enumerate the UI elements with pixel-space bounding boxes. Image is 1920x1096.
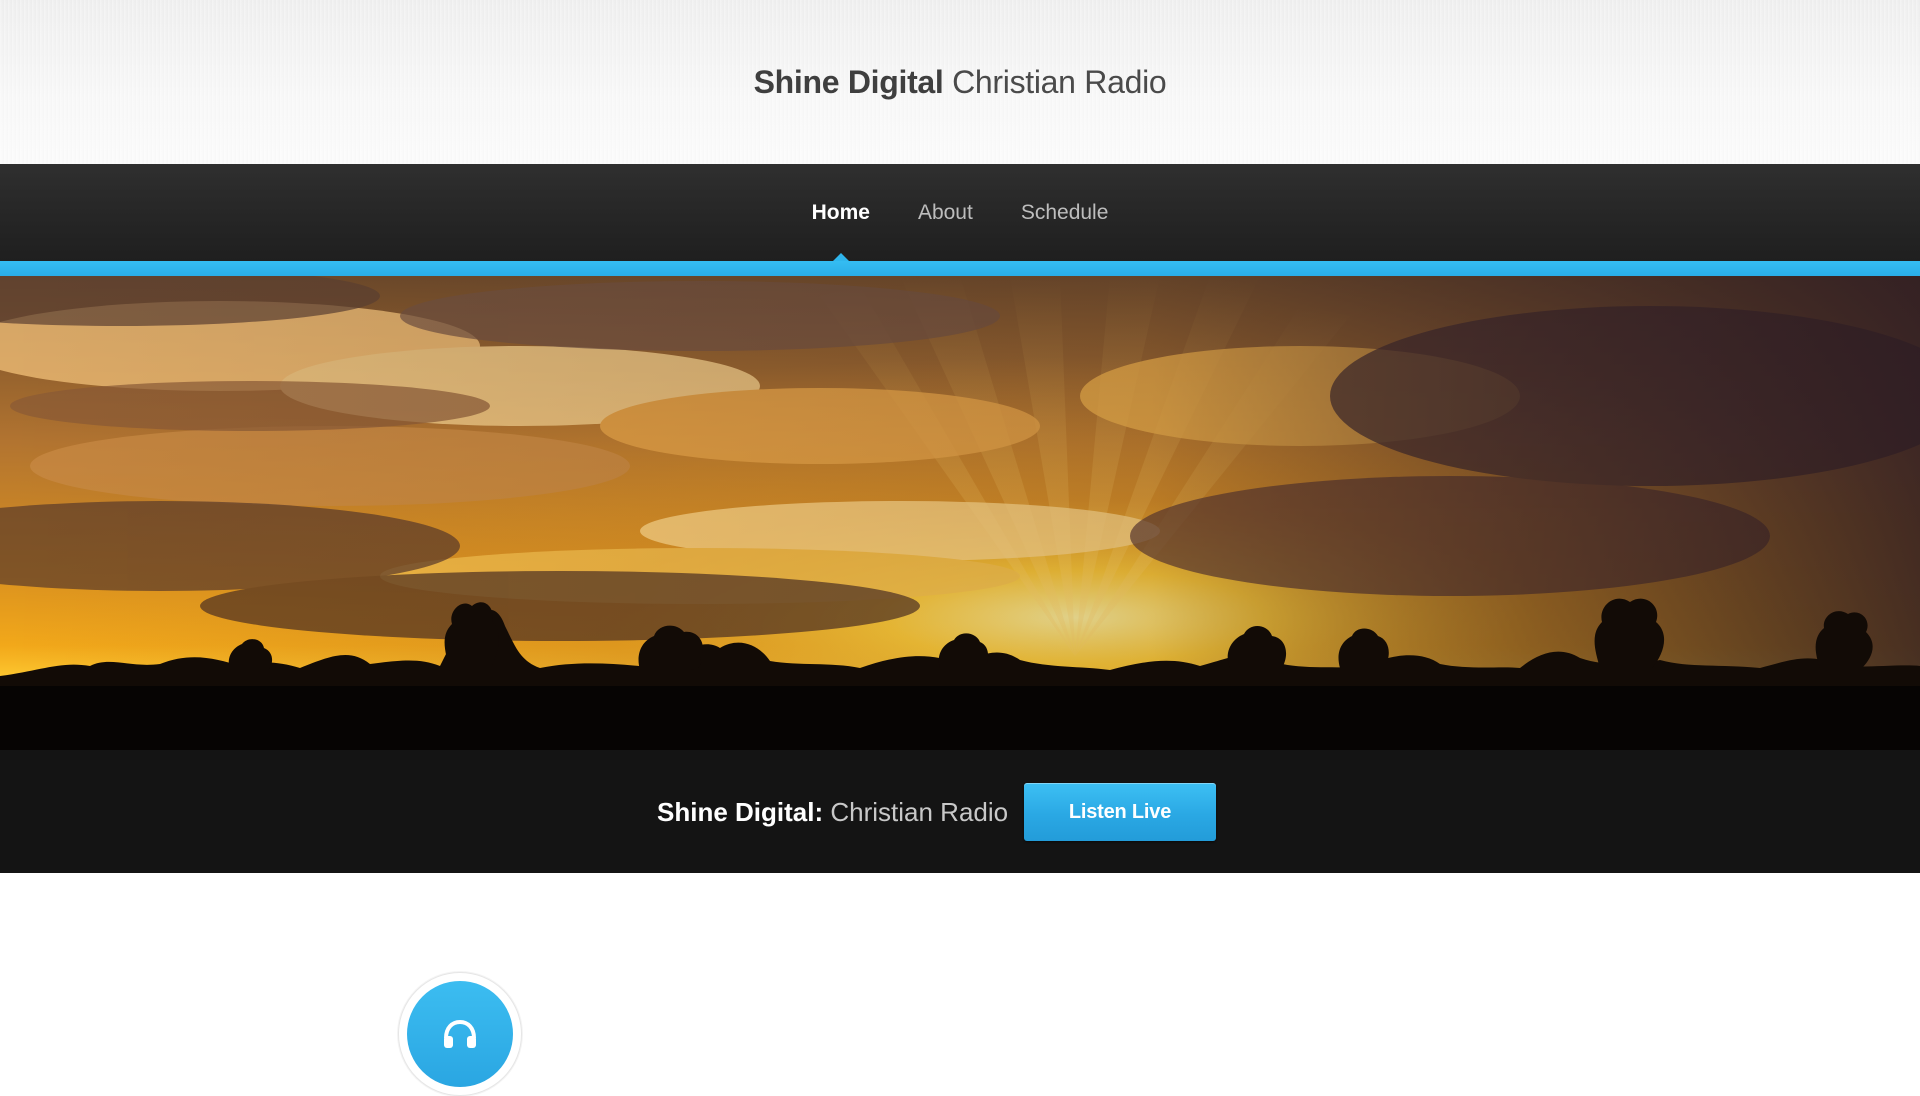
listen-bar: Shine Digital: Christian Radio Listen Li… (0, 750, 1920, 873)
feature-icon-badge (407, 981, 513, 1087)
site-title[interactable]: Shine Digital Christian Radio (0, 62, 1920, 102)
accent-stripe (0, 261, 1920, 276)
hero-image (0, 276, 1920, 750)
station-name-light: Christian Radio (830, 797, 1009, 827)
site-title-strong: Shine Digital (753, 64, 944, 100)
content-area (0, 873, 1920, 1096)
site-header: Shine Digital Christian Radio (0, 0, 1920, 164)
nav-item-about[interactable]: About (894, 164, 997, 261)
nav-item-label: Schedule (1020, 201, 1109, 224)
headphones-icon (444, 1019, 476, 1048)
nav-item-home[interactable]: Home (788, 164, 894, 261)
nav-item-label: Home (811, 201, 870, 224)
station-name: Shine Digital: Christian Radio (657, 792, 1008, 832)
nav-item-label: About (917, 201, 973, 224)
main-navigation: Home About Schedule (0, 164, 1920, 261)
active-indicator-caret (832, 253, 849, 261)
nav-item-schedule[interactable]: Schedule (997, 164, 1133, 261)
site-title-light: Christian Radio (952, 64, 1167, 100)
nav-list: Home About Schedule (0, 164, 1920, 261)
listen-live-button[interactable]: Listen Live (1024, 783, 1216, 841)
sunset-image (0, 276, 1920, 750)
station-name-strong: Shine Digital: (657, 797, 824, 827)
